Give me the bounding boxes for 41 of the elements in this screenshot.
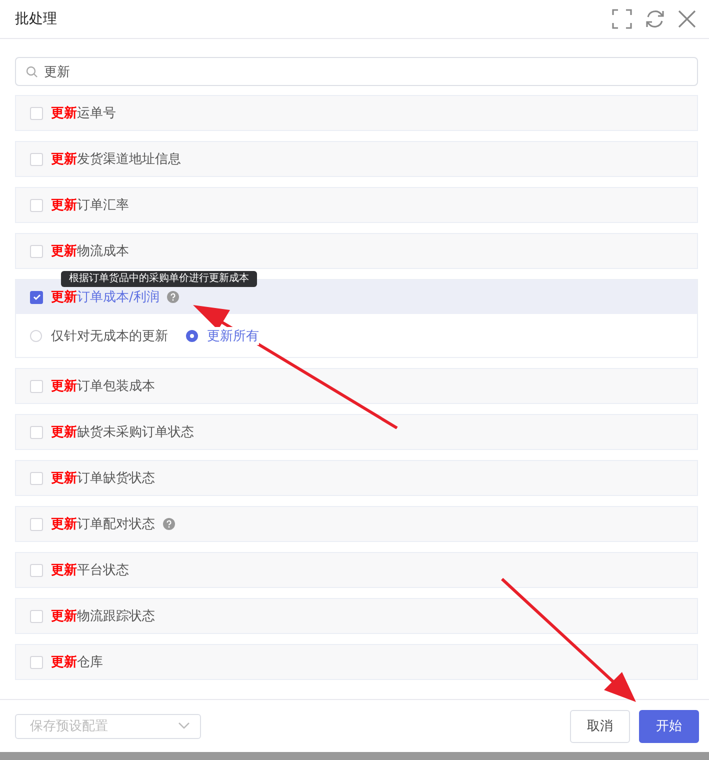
option-label: 更新缺货未采购订单状态: [51, 424, 194, 441]
option-row[interactable]: 更新物流成本: [16, 234, 697, 268]
option-label: 更新物流跟踪状态: [51, 608, 155, 625]
chevron-down-icon: [178, 722, 190, 730]
search-field[interactable]: 更新: [15, 57, 698, 86]
option-row[interactable]: 更新发货渠道地址信息: [16, 142, 697, 176]
option-label: 更新物流成本: [51, 242, 129, 260]
option-label: 更新平台状态: [51, 562, 129, 579]
option-row[interactable]: 更新订单配对状态: [16, 507, 697, 541]
option-label: 更新订单汇率: [51, 196, 129, 214]
dialog-title: 批处理: [15, 10, 57, 28]
option-row[interactable]: 更新订单包装成本: [16, 369, 697, 403]
option-row[interactable]: 更新仓库: [16, 645, 697, 679]
option-row[interactable]: 更新物流跟踪状态: [16, 599, 697, 633]
option-label: 更新订单配对状态: [51, 516, 155, 533]
option-label: 更新订单缺货状态: [51, 470, 155, 487]
tooltip: 根据订单货品中的采购单价进行更新成本: [61, 271, 257, 287]
option-row[interactable]: 更新缺货未采购订单状态: [16, 415, 697, 449]
option-row[interactable]: 更新平台状态: [16, 553, 697, 587]
fullscreen-icon[interactable]: [612, 9, 632, 29]
option-label: 更新仓库: [51, 654, 103, 671]
refresh-icon[interactable]: [644, 8, 666, 30]
start-button[interactable]: 开始: [639, 710, 699, 742]
option-label: 更新运单号: [51, 104, 116, 122]
radio-option[interactable]: 更新所有: [186, 326, 259, 344]
close-icon[interactable]: [678, 10, 696, 28]
help-icon[interactable]: [167, 291, 180, 303]
checkmark-icon: [32, 292, 42, 302]
checkbox[interactable]: [30, 290, 43, 304]
option-row[interactable]: 更新订单汇率: [16, 188, 697, 222]
radio-option[interactable]: 仅针对无成本的更新: [30, 326, 168, 344]
radio-button[interactable]: [186, 330, 198, 342]
option-row[interactable]: 更新订单缺货状态: [16, 461, 697, 495]
option-label: 更新发货渠道地址信息: [51, 150, 181, 168]
help-icon[interactable]: [163, 518, 175, 530]
option-label: 更新订单成本/利润: [51, 288, 160, 306]
option-row[interactable]: 更新运单号: [16, 96, 697, 130]
cancel-button[interactable]: 取消: [570, 710, 630, 742]
search-icon: [26, 66, 38, 78]
option-label: 更新订单包装成本: [51, 378, 155, 395]
search-input[interactable]: 更新: [44, 64, 687, 79]
